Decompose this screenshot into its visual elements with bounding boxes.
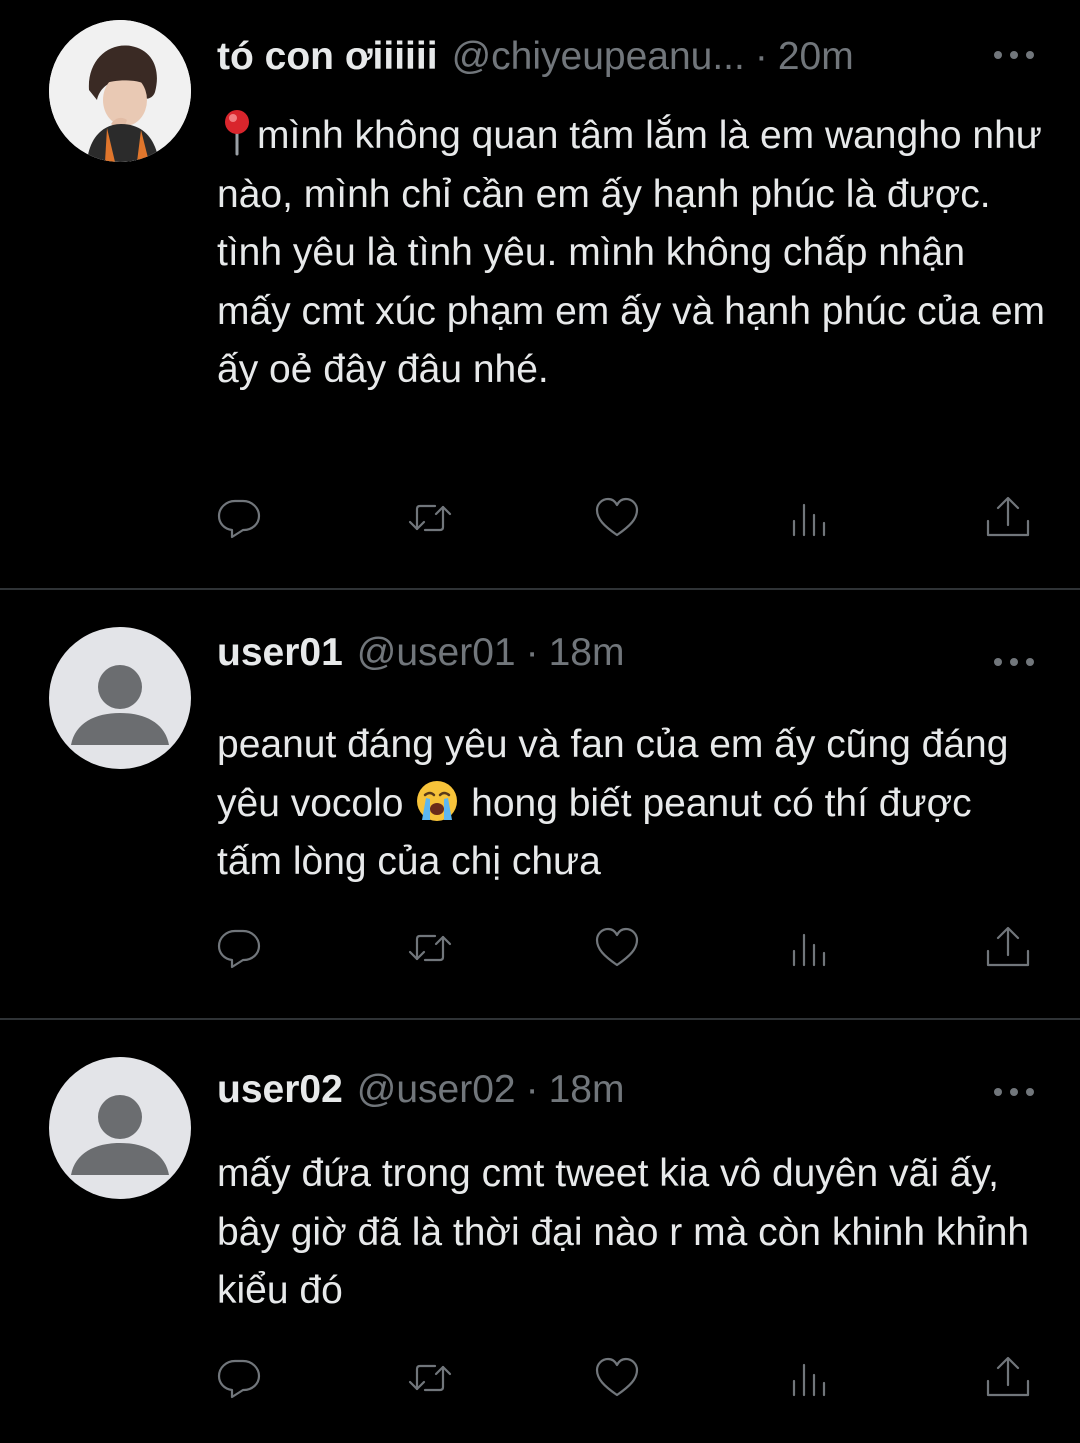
tweet-actions [0,918,1080,978]
share-icon [986,1356,1030,1397]
tweet-actions [0,488,1080,548]
like-button[interactable] [587,918,647,978]
user-handle[interactable]: @user02 [357,1066,516,1114]
like-icon [595,497,639,537]
tweet-header: user02 @user02 · 18m [217,1066,1040,1114]
timestamp[interactable]: 20m [778,33,854,81]
tweet-header: tó con ơiiiiii @chiyeupeanu... · 20m [217,33,1040,81]
user-handle[interactable]: @chiyeupeanu... [452,33,745,81]
more-options-icon[interactable] [994,49,1034,61]
avatar[interactable] [49,627,191,769]
avatar[interactable] [49,20,191,162]
default-avatar-icon [71,665,169,745]
more-options-icon[interactable] [994,1086,1034,1098]
reply-button[interactable] [209,918,269,978]
share-button[interactable] [978,488,1038,548]
retweet-button[interactable] [400,1348,460,1408]
tweet-text: mấy đứa trong cmt tweet kia vô duyên vãi… [217,1152,1040,1312]
retweet-button[interactable] [400,488,460,548]
views-icon [792,503,826,537]
views-button[interactable] [780,1348,840,1408]
reply-icon [217,929,261,969]
tweet-header: user01 @user01 · 18m [217,629,1040,677]
retweet-icon [408,934,452,962]
tweet-text: peanut đáng yêu và fan của em ấy cũng đá… [217,716,1047,892]
retweet-icon [408,504,452,532]
share-button[interactable] [978,918,1038,978]
retweet-button[interactable] [400,918,460,978]
like-button[interactable] [587,488,647,548]
reply-icon [217,499,261,539]
user-handle[interactable]: @user01 [357,629,516,677]
views-button[interactable] [780,918,840,978]
tweet-text-body: mình không quan tâm lắm là em wangho như… [217,114,1056,391]
views-icon [792,933,826,967]
more-options-icon[interactable] [994,656,1034,668]
reply-icon [217,1359,261,1399]
timestamp[interactable]: 18m [549,629,625,677]
separator: · [754,35,768,78]
share-icon [986,926,1030,967]
separator: · [525,1068,539,1111]
views-icon [792,1363,826,1397]
timestamp[interactable]: 18m [549,1066,625,1114]
tweet[interactable]: user01 @user01 · 18m peanut đáng yêu và … [0,590,1080,1018]
share-button[interactable] [978,1348,1038,1408]
display-name[interactable]: user01 [217,629,343,677]
tweet-actions [0,1348,1080,1408]
tweet[interactable]: tó con ơiiiiii @chiyeupeanu... · 20m mìn… [0,0,1080,588]
like-button[interactable] [587,1348,647,1408]
like-icon [595,927,639,967]
profile-photo [49,20,191,162]
like-icon [595,1357,639,1397]
retweet-icon [408,1364,452,1392]
separator: · [525,631,539,674]
reply-button[interactable] [209,1348,269,1408]
round-pushpin-icon [225,110,249,156]
views-button[interactable] [780,488,840,548]
tweet[interactable]: user02 @user02 · 18m mấy đứa trong cmt t… [0,1020,1080,1443]
display-name[interactable]: user02 [217,1066,343,1114]
avatar[interactable] [49,1057,191,1199]
tweet-text: mình không quan tâm lắm là em wangho như… [217,107,1047,400]
reply-button[interactable] [209,488,269,548]
loudly-crying-face-icon [417,780,458,821]
display-name[interactable]: tó con ơiiiiii [217,33,438,81]
default-avatar-icon [71,1095,169,1175]
share-icon [986,496,1030,537]
